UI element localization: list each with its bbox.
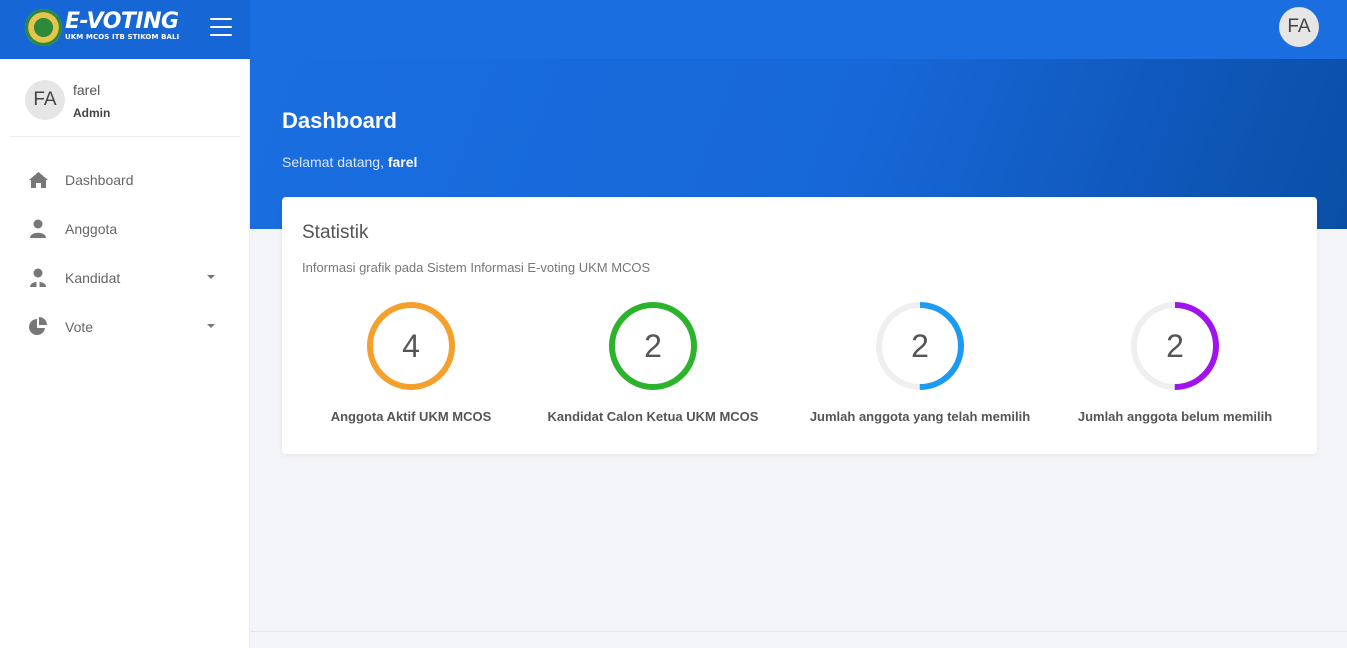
stat-value: 4: [402, 327, 420, 364]
user-name: farel: [73, 82, 101, 98]
user-role: Admin: [73, 106, 111, 120]
card-subtitle: Informasi grafik pada Sistem Informasi E…: [302, 260, 651, 275]
stat-value: 2: [644, 327, 662, 364]
sidebar-item-vote[interactable]: Vote: [0, 302, 250, 351]
stat-telah-memilih: 2 Jumlah anggota yang telah memilih: [800, 301, 1040, 431]
sidebar-item-label: Anggota: [65, 220, 118, 237]
stat-belum-memilih: 2 Jumlah anggota belum memilih: [1055, 301, 1295, 431]
ukm-logo-icon: [25, 9, 62, 46]
card-title: Statistik: [302, 222, 369, 243]
stat-value: 2: [911, 327, 929, 364]
sidebar-item-kandidat[interactable]: Kandidat: [0, 253, 250, 302]
user-icon: [27, 218, 49, 240]
chevron-down-icon: [207, 275, 215, 279]
page-title: Dashboard: [282, 108, 397, 133]
sidebar-menu: Dashboard Anggota Kandidat Vote: [0, 155, 250, 351]
chevron-down-icon: [207, 324, 215, 328]
sidebar-item-anggota[interactable]: Anggota: [0, 204, 250, 253]
statistics-card: Statistik Informasi grafik pada Sistem I…: [282, 197, 1317, 454]
sidebar-item-label: Dashboard: [65, 171, 134, 188]
brand-title: E-VOTING: [65, 9, 179, 34]
pie-chart-icon: [27, 316, 49, 338]
header-avatar[interactable]: FA: [1279, 7, 1319, 47]
avatar: FA: [25, 80, 65, 120]
welcome-user-name: farel: [387, 154, 418, 170]
sidebar-item-label: Vote: [65, 318, 94, 335]
stat-kandidat: 2 Kandidat Calon Ketua UKM MCOS: [533, 301, 773, 431]
stat-label: Jumlah anggota belum memilih: [1077, 409, 1273, 424]
sidebar-item-dashboard[interactable]: Dashboard: [0, 155, 250, 204]
stat-label: Jumlah anggota yang telah memilih: [809, 409, 1031, 424]
stat-label: Anggota Aktif UKM MCOS: [330, 409, 492, 424]
stat-anggota-aktif: 4 Anggota Aktif UKM MCOS: [291, 301, 531, 431]
brand-subtitle: UKM MCOS ITB STIKOM BALI: [65, 33, 180, 41]
sidebar-user-panel: FA farel Admin: [10, 59, 240, 137]
sidebar-item-label: Kandidat: [65, 269, 121, 286]
sidebar: FA farel Admin Dashboard Anggota Kandida…: [0, 59, 250, 648]
stat-value: 2: [1166, 327, 1184, 364]
footer-divider: [250, 631, 1347, 632]
welcome-message: Selamat datang, farel: [282, 154, 418, 170]
hamburger-menu-icon[interactable]: [210, 18, 232, 37]
candidate-icon: [27, 267, 49, 289]
home-icon: [27, 169, 49, 191]
stat-label: Kandidat Calon Ketua UKM MCOS: [547, 409, 759, 424]
